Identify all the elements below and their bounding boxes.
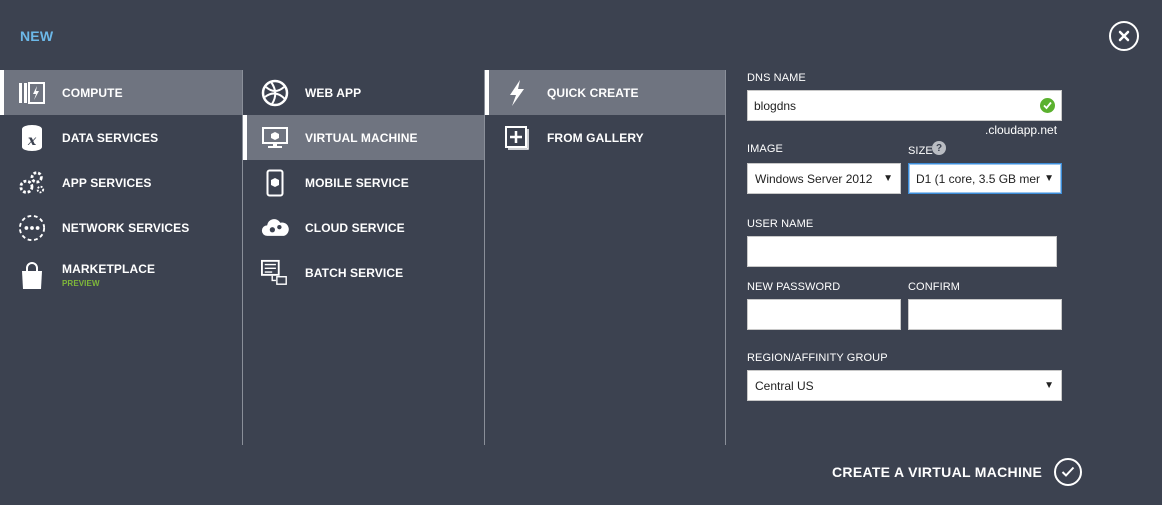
chevron-down-icon: ▼ <box>883 173 893 184</box>
category-marketplace[interactable]: MARKETPLACE PREVIEW <box>0 250 242 300</box>
service-column: WEB APP VIRTUAL MACHINE MOBILE SERVICE C… <box>242 70 484 445</box>
help-icon[interactable]: ? <box>932 141 946 155</box>
category-label: MARKETPLACE PREVIEW <box>62 262 155 288</box>
category-label: APP SERVICES <box>62 175 152 190</box>
category-label: NETWORK SERVICES <box>62 220 190 235</box>
service-label: VIRTUAL MACHINE <box>305 130 418 145</box>
data-services-icon: x <box>18 124 46 152</box>
method-quick-create[interactable]: QUICK CREATE <box>485 70 725 115</box>
service-cloud-service[interactable]: CLOUD SERVICE <box>243 205 484 250</box>
dns-name-label: DNS NAME <box>747 72 806 84</box>
cloud-gear-icon <box>261 214 289 242</box>
lightning-icon <box>503 79 531 107</box>
method-from-gallery[interactable]: FROM GALLERY <box>485 115 725 160</box>
mobile-icon <box>261 169 289 197</box>
network-services-icon <box>18 214 46 242</box>
size-selected-value: D1 (1 core, 3.5 GB mer <box>916 171 1041 186</box>
check-icon <box>1040 98 1055 113</box>
image-label: IMAGE <box>747 143 783 155</box>
image-select[interactable]: Windows Server 2012 ▼ <box>747 163 901 194</box>
dns-name-input[interactable] <box>747 90 1062 121</box>
service-label: WEB APP <box>305 85 362 100</box>
compute-icon <box>18 79 46 107</box>
method-label: FROM GALLERY <box>547 130 644 145</box>
region-selected-value: Central US <box>755 378 814 393</box>
preview-badge: PREVIEW <box>62 279 100 288</box>
new-password-input[interactable] <box>747 299 901 330</box>
service-mobile-service[interactable]: MOBILE SERVICE <box>243 160 484 205</box>
user-name-input[interactable] <box>747 236 1057 267</box>
close-button[interactable] <box>1109 21 1139 51</box>
size-select[interactable]: D1 (1 core, 3.5 GB mer ▼ <box>908 163 1062 194</box>
new-password-label: NEW PASSWORD <box>747 281 841 293</box>
close-icon <box>1118 30 1130 42</box>
region-label: REGION/AFFINITY GROUP <box>747 352 888 364</box>
batch-icon <box>261 259 289 287</box>
category-app-services[interactable]: APP SERVICES <box>0 160 242 205</box>
marketplace-label: MARKETPLACE <box>62 262 156 276</box>
service-virtual-machine[interactable]: VIRTUAL MACHINE <box>243 115 484 160</box>
service-batch-service[interactable]: BATCH SERVICE <box>243 250 484 295</box>
confirm-password-input[interactable] <box>908 299 1062 330</box>
category-data-services[interactable]: x DATA SERVICES <box>0 115 242 160</box>
size-label: SIZE <box>908 145 933 157</box>
web-app-icon <box>261 79 289 107</box>
service-label: BATCH SERVICE <box>305 265 404 280</box>
category-compute[interactable]: COMPUTE <box>0 70 242 115</box>
service-label: MOBILE SERVICE <box>305 175 409 190</box>
confirm-label: CONFIRM <box>908 281 961 293</box>
dns-suffix: .cloudapp.net <box>985 123 1058 137</box>
service-label: CLOUD SERVICE <box>305 220 405 235</box>
service-web-app[interactable]: WEB APP <box>243 70 484 115</box>
plus-box-icon <box>503 124 531 152</box>
region-select[interactable]: Central US ▼ <box>747 370 1062 401</box>
page-title: NEW <box>20 28 54 44</box>
svg-text:x: x <box>27 133 37 149</box>
monitor-icon <box>261 124 289 152</box>
checkmark-icon <box>1054 458 1083 486</box>
user-name-label: USER NAME <box>747 218 814 230</box>
create-virtual-machine-button[interactable]: CREATE A VIRTUAL MACHINE <box>832 457 1083 487</box>
category-network-services[interactable]: NETWORK SERVICES <box>0 205 242 250</box>
image-selected-value: Windows Server 2012 <box>755 171 873 186</box>
app-services-icon <box>18 169 46 197</box>
category-label: COMPUTE <box>62 85 123 100</box>
create-method-column: QUICK CREATE FROM GALLERY <box>484 70 726 445</box>
shopping-bag-icon <box>18 262 46 290</box>
category-column: COMPUTE x DATA SERVICES APP SERVICES NET… <box>0 70 242 445</box>
create-button-label: CREATE A VIRTUAL MACHINE <box>832 464 1043 480</box>
chevron-down-icon: ▼ <box>1041 173 1054 184</box>
category-label: DATA SERVICES <box>62 130 159 145</box>
chevron-down-icon: ▼ <box>1044 380 1054 391</box>
method-label: QUICK CREATE <box>547 85 639 100</box>
